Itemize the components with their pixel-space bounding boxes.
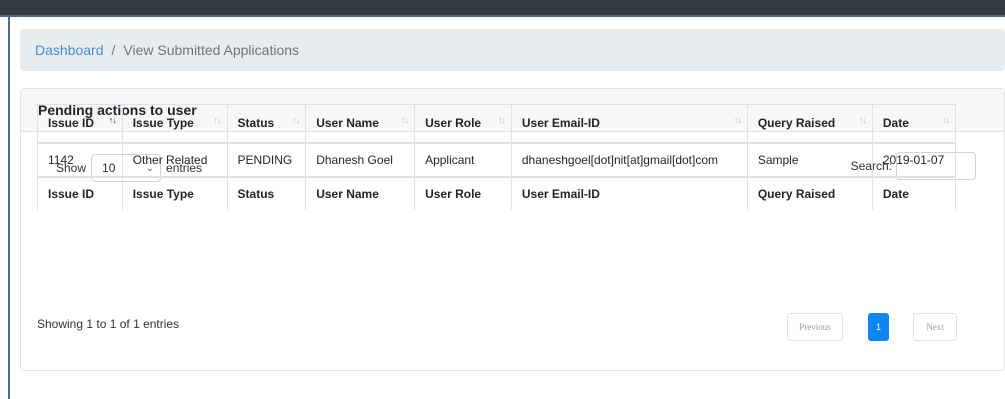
breadcrumb-current: View Submitted Applications (123, 42, 300, 58)
cell-query-raised: Sample (746, 142, 873, 177)
sort-icon: ↑↓ (497, 115, 506, 125)
column-header-user-email[interactable]: User Email-ID ↑↓ (510, 104, 748, 144)
cell-status: PENDING (226, 142, 306, 177)
page-1-button[interactable]: 1 (868, 313, 889, 341)
column-header-query-raised[interactable]: Query Raised ↑↓ (746, 104, 873, 144)
cell-date: 2019-01-07 (871, 142, 957, 177)
next-page-button[interactable]: Next (913, 313, 957, 341)
table-row: 1142 Other Related PENDING Dhanesh Goel … (37, 142, 957, 177)
cell-user-email: dhaneshgoel[dot]nit[at]gmail[dot]com (510, 142, 748, 177)
cell-issue-id: 1142 (37, 142, 123, 177)
previous-page-button[interactable]: Previous (787, 313, 843, 341)
table-header-row: Issue ID ↑↓ Issue Type ↑↓ Status ↑↓ User Na… (37, 104, 957, 144)
pagination: Previous 1 Next (787, 313, 957, 341)
cell-user-name: Dhanesh Goel (305, 142, 415, 177)
footer-status: Status (226, 175, 306, 210)
column-header-user-name[interactable]: User Name ↑↓ (305, 104, 415, 144)
sort-icon: ↑↓ (858, 115, 867, 125)
table-info: Showing 1 to 1 of 1 entries (37, 317, 180, 331)
footer-user-email: User Email-ID (510, 175, 748, 210)
footer-user-role: User Role (414, 175, 512, 210)
footer-issue-type: Issue Type (121, 175, 228, 210)
top-navbar (0, 0, 1005, 17)
table-footer-row: Issue ID Issue Type Status User Name Use… (37, 175, 957, 210)
sidebar-edge (8, 17, 10, 399)
footer-user-name: User Name (305, 175, 415, 210)
sort-icon: ↑↓ (213, 115, 222, 125)
cell-user-role: Applicant (414, 142, 512, 177)
sort-icon: ↑↓ (733, 115, 742, 125)
applications-table: Issue ID ↑↓ Issue Type ↑↓ Status ↑↓ User Na… (37, 104, 957, 210)
sort-asc-icon: ↑↓ (108, 115, 117, 125)
breadcrumb-dashboard-link[interactable]: Dashboard (35, 42, 104, 58)
column-header-date[interactable]: Date ↑↓ (871, 104, 957, 144)
sort-icon: ↑↓ (292, 115, 300, 125)
breadcrumb-separator: / (111, 42, 116, 58)
column-header-issue-type[interactable]: Issue Type ↑↓ (121, 104, 228, 144)
column-header-status[interactable]: Status ↑↓ (226, 104, 306, 144)
sort-icon: ↑↓ (942, 115, 950, 125)
footer-issue-id: Issue ID (37, 175, 123, 210)
column-header-issue-id[interactable]: Issue ID ↑↓ (37, 104, 123, 144)
column-header-user-role[interactable]: User Role ↑↓ (414, 104, 512, 144)
footer-date: Date (871, 175, 957, 210)
cell-issue-type: Other Related (121, 142, 228, 177)
breadcrumb: Dashboard / View Submitted Applications (20, 29, 1005, 71)
sort-icon: ↑↓ (401, 115, 409, 125)
footer-query-raised: Query Raised (746, 175, 873, 210)
